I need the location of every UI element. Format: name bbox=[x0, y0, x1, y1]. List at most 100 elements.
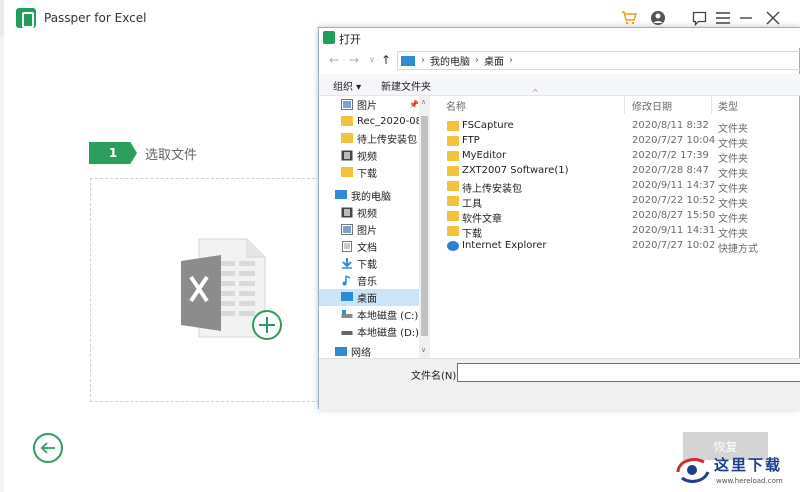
watermark-emblem-icon bbox=[676, 458, 710, 483]
folder-icon bbox=[447, 181, 459, 191]
folder-icon bbox=[341, 167, 353, 177]
column-header-date[interactable]: 修改日期 bbox=[632, 98, 672, 113]
column-separator bbox=[711, 96, 712, 114]
account-icon[interactable] bbox=[649, 9, 667, 27]
nav-item-videos-quick[interactable]: 视频 bbox=[319, 147, 419, 164]
folder-icon bbox=[447, 196, 459, 206]
file-row[interactable]: Internet Explorer 2020/7/27 10:02 快捷方式 bbox=[434, 239, 800, 255]
drive-icon bbox=[341, 331, 353, 335]
file-drop-zone[interactable] bbox=[90, 178, 330, 402]
arrow-left-icon bbox=[40, 442, 55, 454]
back-arrow-icon[interactable]: ← bbox=[329, 53, 339, 67]
computer-icon bbox=[335, 190, 347, 199]
breadcrumb-separator: › bbox=[509, 55, 513, 66]
breadcrumb-desktop[interactable]: 桌面 bbox=[484, 53, 504, 68]
breadcrumb-computer[interactable]: 我的电脑 bbox=[430, 53, 470, 68]
nav-item-downloads-quick[interactable]: 下载 bbox=[319, 164, 419, 181]
forward-arrow-icon[interactable]: → bbox=[349, 53, 359, 67]
step-number: 1 bbox=[89, 142, 137, 164]
file-row[interactable]: 工具 2020/7/22 10:52 文件夹 bbox=[434, 194, 800, 210]
nav-item-rec-folder[interactable]: Rec_2020-08-2 bbox=[319, 113, 419, 130]
network-icon bbox=[335, 347, 347, 356]
minimize-icon[interactable] bbox=[737, 9, 755, 27]
file-row[interactable]: FTP 2020/7/27 10:04 文件夹 bbox=[434, 134, 800, 150]
column-header-name[interactable]: 名称 bbox=[446, 98, 466, 113]
app-logo-icon bbox=[16, 8, 36, 28]
file-row[interactable]: 待上传安装包 2020/9/11 14:37 文件夹 bbox=[434, 179, 800, 195]
nav-item-pictures[interactable]: 图片 📌 bbox=[319, 96, 419, 113]
watermark-text: 这里下载 bbox=[714, 456, 783, 474]
nav-item-downloads[interactable]: 下载 bbox=[319, 255, 419, 272]
breadcrumb-separator: › bbox=[421, 55, 425, 66]
dialog-title: 打开 bbox=[339, 33, 361, 46]
folder-icon bbox=[447, 226, 459, 236]
nav-item-drive-d[interactable]: 本地磁盘 (D:) bbox=[319, 323, 419, 340]
scroll-down-icon[interactable]: ∨ bbox=[421, 346, 426, 354]
file-list: ^ 名称 修改日期 类型 FSCapture 2020/8/11 8:32 文件… bbox=[434, 88, 800, 358]
folder-icon bbox=[447, 121, 459, 131]
picture-icon bbox=[341, 224, 353, 235]
navigation-pane: 图片 📌 Rec_2020-08-2 待上传安装包 视频 下载 我的电脑 视频 bbox=[319, 96, 431, 358]
nav-item-this-pc[interactable]: 我的电脑 bbox=[319, 187, 419, 204]
cart-icon[interactable] bbox=[620, 9, 638, 27]
filename-input[interactable] bbox=[457, 363, 800, 382]
file-row[interactable]: MyEditor 2020/7/2 17:39 文件夹 bbox=[434, 149, 800, 165]
document-icon bbox=[342, 241, 352, 252]
recent-chevron-icon[interactable]: ∨ bbox=[369, 55, 375, 64]
file-row[interactable]: 软件文章 2020/8/27 15:50 文件夹 bbox=[434, 209, 800, 225]
scroll-up-icon[interactable]: ∧ bbox=[421, 98, 426, 106]
video-icon bbox=[341, 150, 353, 161]
open-file-dialog: 打开 ← → ∨ ↑ › 我的电脑 › 桌面 › 组织 ▾ 新建文件夹 图片 📌… bbox=[318, 27, 800, 410]
folder-icon bbox=[341, 116, 353, 126]
command-bar: 组织 ▾ 新建文件夹 bbox=[319, 74, 800, 96]
menu-icon[interactable] bbox=[714, 9, 732, 27]
sort-ascending-icon: ^ bbox=[532, 88, 539, 97]
column-separator bbox=[624, 96, 625, 114]
nav-scrollbar-thumb[interactable] bbox=[421, 116, 428, 336]
folder-icon bbox=[447, 136, 459, 146]
app-title: Passper for Excel bbox=[44, 11, 147, 25]
internet-explorer-icon bbox=[447, 241, 459, 251]
nav-item-drive-c[interactable]: 本地磁盘 (C:) bbox=[319, 306, 419, 323]
nav-item-pictures-pc[interactable]: 图片 bbox=[319, 221, 419, 238]
video-icon bbox=[341, 207, 353, 218]
dialog-footer: 文件名(N): bbox=[319, 358, 800, 410]
picture-icon bbox=[341, 99, 353, 110]
folder-icon bbox=[447, 166, 459, 176]
new-folder-button[interactable]: 新建文件夹 bbox=[381, 78, 431, 93]
address-row: ← → ∨ ↑ › 我的电脑 › 桌面 › bbox=[319, 48, 800, 72]
breadcrumb-separator: › bbox=[475, 55, 479, 66]
music-icon bbox=[342, 275, 351, 286]
nav-item-documents[interactable]: 文档 bbox=[319, 238, 419, 255]
nav-item-upload-folder[interactable]: 待上传安装包 bbox=[319, 130, 419, 147]
filename-label: 文件名(N): bbox=[411, 371, 460, 382]
watermark-logo: 这里下载 www.hereload.com bbox=[668, 450, 796, 490]
organize-menu[interactable]: 组织 ▾ bbox=[333, 78, 361, 93]
desktop-icon bbox=[341, 292, 353, 301]
folder-icon bbox=[447, 211, 459, 221]
address-bar[interactable]: › 我的电脑 › 桌面 › bbox=[397, 51, 800, 70]
up-arrow-icon[interactable]: ↑ bbox=[381, 53, 391, 67]
nav-item-desktop[interactable]: 桌面 bbox=[319, 289, 419, 306]
dialog-app-icon bbox=[323, 31, 335, 44]
close-icon[interactable] bbox=[764, 9, 782, 27]
column-header-type[interactable]: 类型 bbox=[718, 98, 738, 113]
dialog-titlebar: 打开 bbox=[319, 28, 800, 48]
step-indicator: 1 选取文件 bbox=[89, 142, 197, 164]
folder-icon bbox=[447, 151, 459, 161]
back-button[interactable] bbox=[33, 433, 63, 463]
nav-scrollbar[interactable]: ∧ ∨ bbox=[419, 96, 430, 358]
nav-item-network[interactable]: 网络 bbox=[319, 344, 419, 358]
feedback-icon[interactable] bbox=[690, 9, 708, 27]
drive-icon bbox=[341, 310, 353, 318]
computer-icon bbox=[401, 55, 415, 66]
file-row[interactable]: ZXT2007 Software(1) 2020/7/28 8:47 文件夹 bbox=[434, 164, 800, 180]
excel-file-icon bbox=[181, 238, 282, 340]
step-label: 选取文件 bbox=[145, 147, 198, 163]
file-row[interactable]: 下载 2020/9/11 14:31 文件夹 bbox=[434, 224, 800, 240]
nav-item-music[interactable]: 音乐 bbox=[319, 272, 419, 289]
watermark-url: www.hereload.com bbox=[716, 477, 783, 485]
pin-icon: 📌 bbox=[409, 100, 419, 109]
nav-item-videos[interactable]: 视频 bbox=[319, 204, 419, 221]
file-row[interactable]: FSCapture 2020/8/11 8:32 文件夹 bbox=[434, 119, 800, 135]
